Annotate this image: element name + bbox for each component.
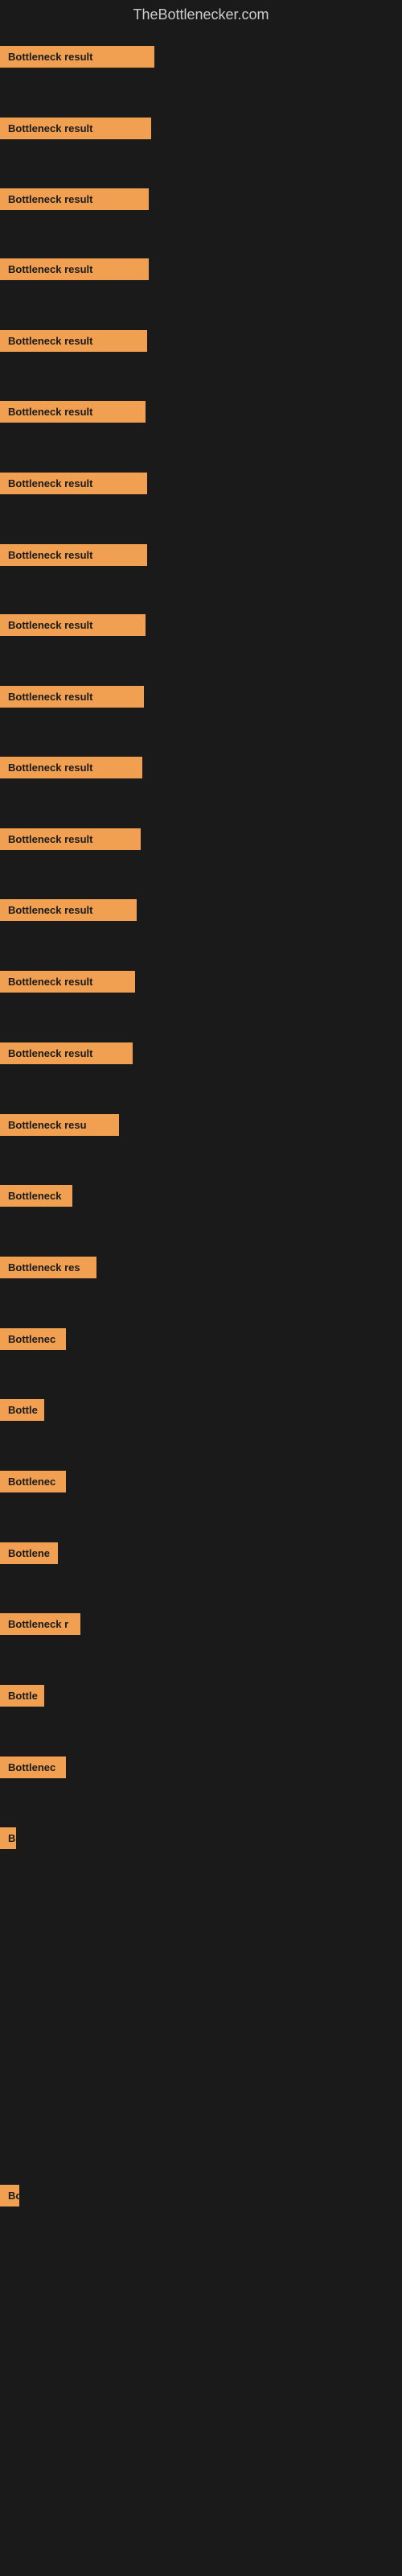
bottleneck-label: Bottle xyxy=(0,1685,44,1707)
bottleneck-item: Bottleneck result xyxy=(0,330,147,356)
bottleneck-label: Bottleneck r xyxy=(0,1613,80,1635)
bottleneck-item: Bottleneck result xyxy=(0,258,149,284)
bottleneck-item: Bottleneck result xyxy=(0,46,154,72)
bottleneck-label: Bottleneck result xyxy=(0,188,149,210)
bottleneck-label: Bottleneck result xyxy=(0,757,142,778)
bottleneck-label: Bottlenec xyxy=(0,1757,66,1778)
bottleneck-item: Bottleneck result xyxy=(0,686,144,712)
bottleneck-item: B xyxy=(0,1827,16,1853)
bottleneck-item: Bottleneck result xyxy=(0,757,142,782)
bottleneck-item: Bottle xyxy=(0,1685,44,1711)
bottleneck-label: Bottleneck result xyxy=(0,1042,133,1064)
bottleneck-item: Bottleneck resu xyxy=(0,1114,119,1140)
bottleneck-item: Bottleneck result xyxy=(0,401,146,427)
bottleneck-item: Bottlenec xyxy=(0,1328,66,1354)
bottleneck-item: Bottlenec xyxy=(0,1471,66,1496)
bottleneck-label: Bottlenec xyxy=(0,1328,66,1350)
bottleneck-item: Bottleneck xyxy=(0,1185,72,1211)
bottleneck-label: Bottleneck result xyxy=(0,473,147,494)
bottleneck-label: Bottleneck result xyxy=(0,899,137,921)
bottleneck-label: Bottleneck result xyxy=(0,401,146,423)
bottleneck-label: Bottleneck result xyxy=(0,118,151,139)
bottleneck-item: Bo xyxy=(0,2185,19,2211)
bottleneck-item: Bottlene xyxy=(0,1542,58,1568)
bottleneck-item: Bottleneck res xyxy=(0,1257,96,1282)
site-title: TheBottlenecker.com xyxy=(0,0,402,33)
bottleneck-label: Bottleneck result xyxy=(0,258,149,280)
bottleneck-label: B xyxy=(0,1827,16,1849)
bottleneck-label: Bottleneck result xyxy=(0,330,147,352)
bottleneck-item: Bottleneck result xyxy=(0,899,137,925)
bottleneck-label: Bottleneck result xyxy=(0,614,146,636)
bottleneck-item: Bottleneck result xyxy=(0,1042,133,1068)
bottleneck-label: Bottleneck result xyxy=(0,828,141,850)
bottleneck-item: Bottle xyxy=(0,1399,44,1425)
bottleneck-label: Bottleneck xyxy=(0,1185,72,1207)
bottleneck-item: Bottlenec xyxy=(0,1757,66,1782)
bottleneck-item: Bottleneck result xyxy=(0,188,149,214)
bottleneck-label: Bo xyxy=(0,2185,19,2207)
bottleneck-item: Bottleneck result xyxy=(0,473,147,498)
bottleneck-label: Bottlene xyxy=(0,1542,58,1564)
bottleneck-label: Bottleneck result xyxy=(0,686,144,708)
bottleneck-item: Bottleneck result xyxy=(0,614,146,640)
bottleneck-item: Bottleneck result xyxy=(0,971,135,997)
bottleneck-label: Bottleneck result xyxy=(0,46,154,68)
page-container: TheBottlenecker.com Bottleneck result Bot… xyxy=(0,0,402,2576)
bottleneck-label: Bottle xyxy=(0,1399,44,1421)
bottleneck-label: Bottleneck result xyxy=(0,544,147,566)
bottleneck-item: Bottleneck r xyxy=(0,1613,80,1639)
bottleneck-label: Bottleneck resu xyxy=(0,1114,119,1136)
bottleneck-item: Bottleneck result xyxy=(0,828,141,854)
bottleneck-label: Bottleneck result xyxy=(0,971,135,993)
bottleneck-item: Bottleneck result xyxy=(0,118,151,143)
bottleneck-label: Bottlenec xyxy=(0,1471,66,1492)
bottleneck-item: Bottleneck result xyxy=(0,544,147,570)
bottleneck-label: Bottleneck res xyxy=(0,1257,96,1278)
